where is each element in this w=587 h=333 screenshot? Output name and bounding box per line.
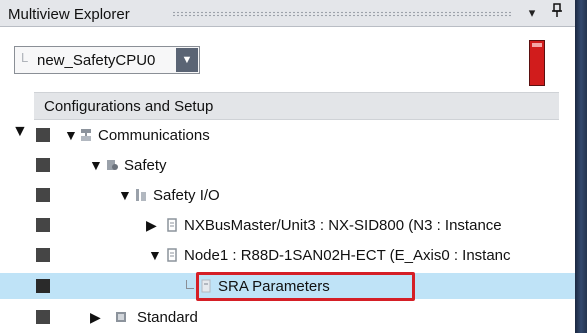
tree-item-safety[interactable]: ▼ Safety	[0, 152, 575, 178]
tree-item-label: Communications	[98, 127, 210, 144]
tree-item-label: Safety	[124, 157, 167, 174]
standard-icon	[116, 312, 126, 322]
pin-icon[interactable]	[549, 3, 565, 23]
collapse-arrow-icon[interactable]: ▼	[64, 127, 78, 143]
device-selector-prefix: L	[21, 50, 29, 65]
chevron-down-icon[interactable]: ▼	[176, 48, 198, 72]
tree-item-node1[interactable]: ▼ Node1 : R88D-1SAN02H-ECT (E_Axis0 : In…	[0, 242, 575, 268]
tree-group-configurations[interactable]: Configurations and Setup	[34, 92, 559, 120]
adjacent-window-edge	[575, 0, 587, 333]
row-status-box	[36, 128, 50, 142]
pin-glyph	[552, 3, 562, 17]
tree-item-label: Safety I/O	[153, 187, 220, 204]
title-drag-grip[interactable]	[172, 11, 512, 17]
nx-unit-icon	[167, 218, 177, 232]
safety-io-icon	[136, 189, 146, 201]
row-status-box	[36, 188, 50, 202]
tree-item-label: Node1 : R88D-1SAN02H-ECT (E_Axis0 : Inst…	[184, 247, 511, 264]
collapse-arrow-icon[interactable]: ▼	[89, 157, 103, 173]
collapse-arrow-icon[interactable]: ▼	[148, 247, 162, 263]
tree-branch-line	[186, 280, 194, 289]
indicator-highlight	[532, 43, 542, 47]
device-selector[interactable]: L new_SafetyCPU0 ▼	[14, 46, 200, 74]
annotation-highlight-box	[196, 272, 415, 301]
tree-item-nxbusmaster[interactable]: ▶ NXBusMaster/Unit3 : NX-SID800 (N3 : In…	[0, 212, 575, 238]
row-status-box	[36, 279, 50, 293]
row-status-box	[36, 158, 50, 172]
tree-item-standard[interactable]: ▶ Standard	[0, 304, 575, 330]
collapse-arrow-icon[interactable]: ▼	[118, 187, 132, 203]
tree-item-label: NXBusMaster/Unit3 : NX-SID800 (N3 : Inst…	[184, 217, 502, 234]
expand-arrow-icon[interactable]: ▶	[90, 309, 101, 325]
safety-status-indicator	[529, 40, 545, 86]
device-selector-value: new_SafetyCPU0	[37, 52, 156, 69]
safety-icon	[107, 160, 118, 170]
tree-item-communications[interactable]: ▼ Communications	[0, 122, 575, 148]
tree-item-safety-io[interactable]: ▼ Safety I/O	[0, 182, 575, 208]
row-status-box	[36, 218, 50, 232]
panel-title-bar: Multiview Explorer ▾	[0, 0, 575, 27]
communications-icon	[81, 129, 91, 141]
tree-group-label: Configurations and Setup	[44, 98, 214, 115]
expand-arrow-icon[interactable]: ▶	[146, 217, 157, 233]
row-status-box	[36, 310, 50, 324]
row-status-box	[36, 248, 50, 262]
chevron-down-icon[interactable]: ▾	[524, 3, 540, 23]
panel-title: Multiview Explorer	[8, 6, 130, 23]
tree-item-label: Standard	[137, 309, 198, 326]
servo-node-icon	[167, 248, 177, 262]
